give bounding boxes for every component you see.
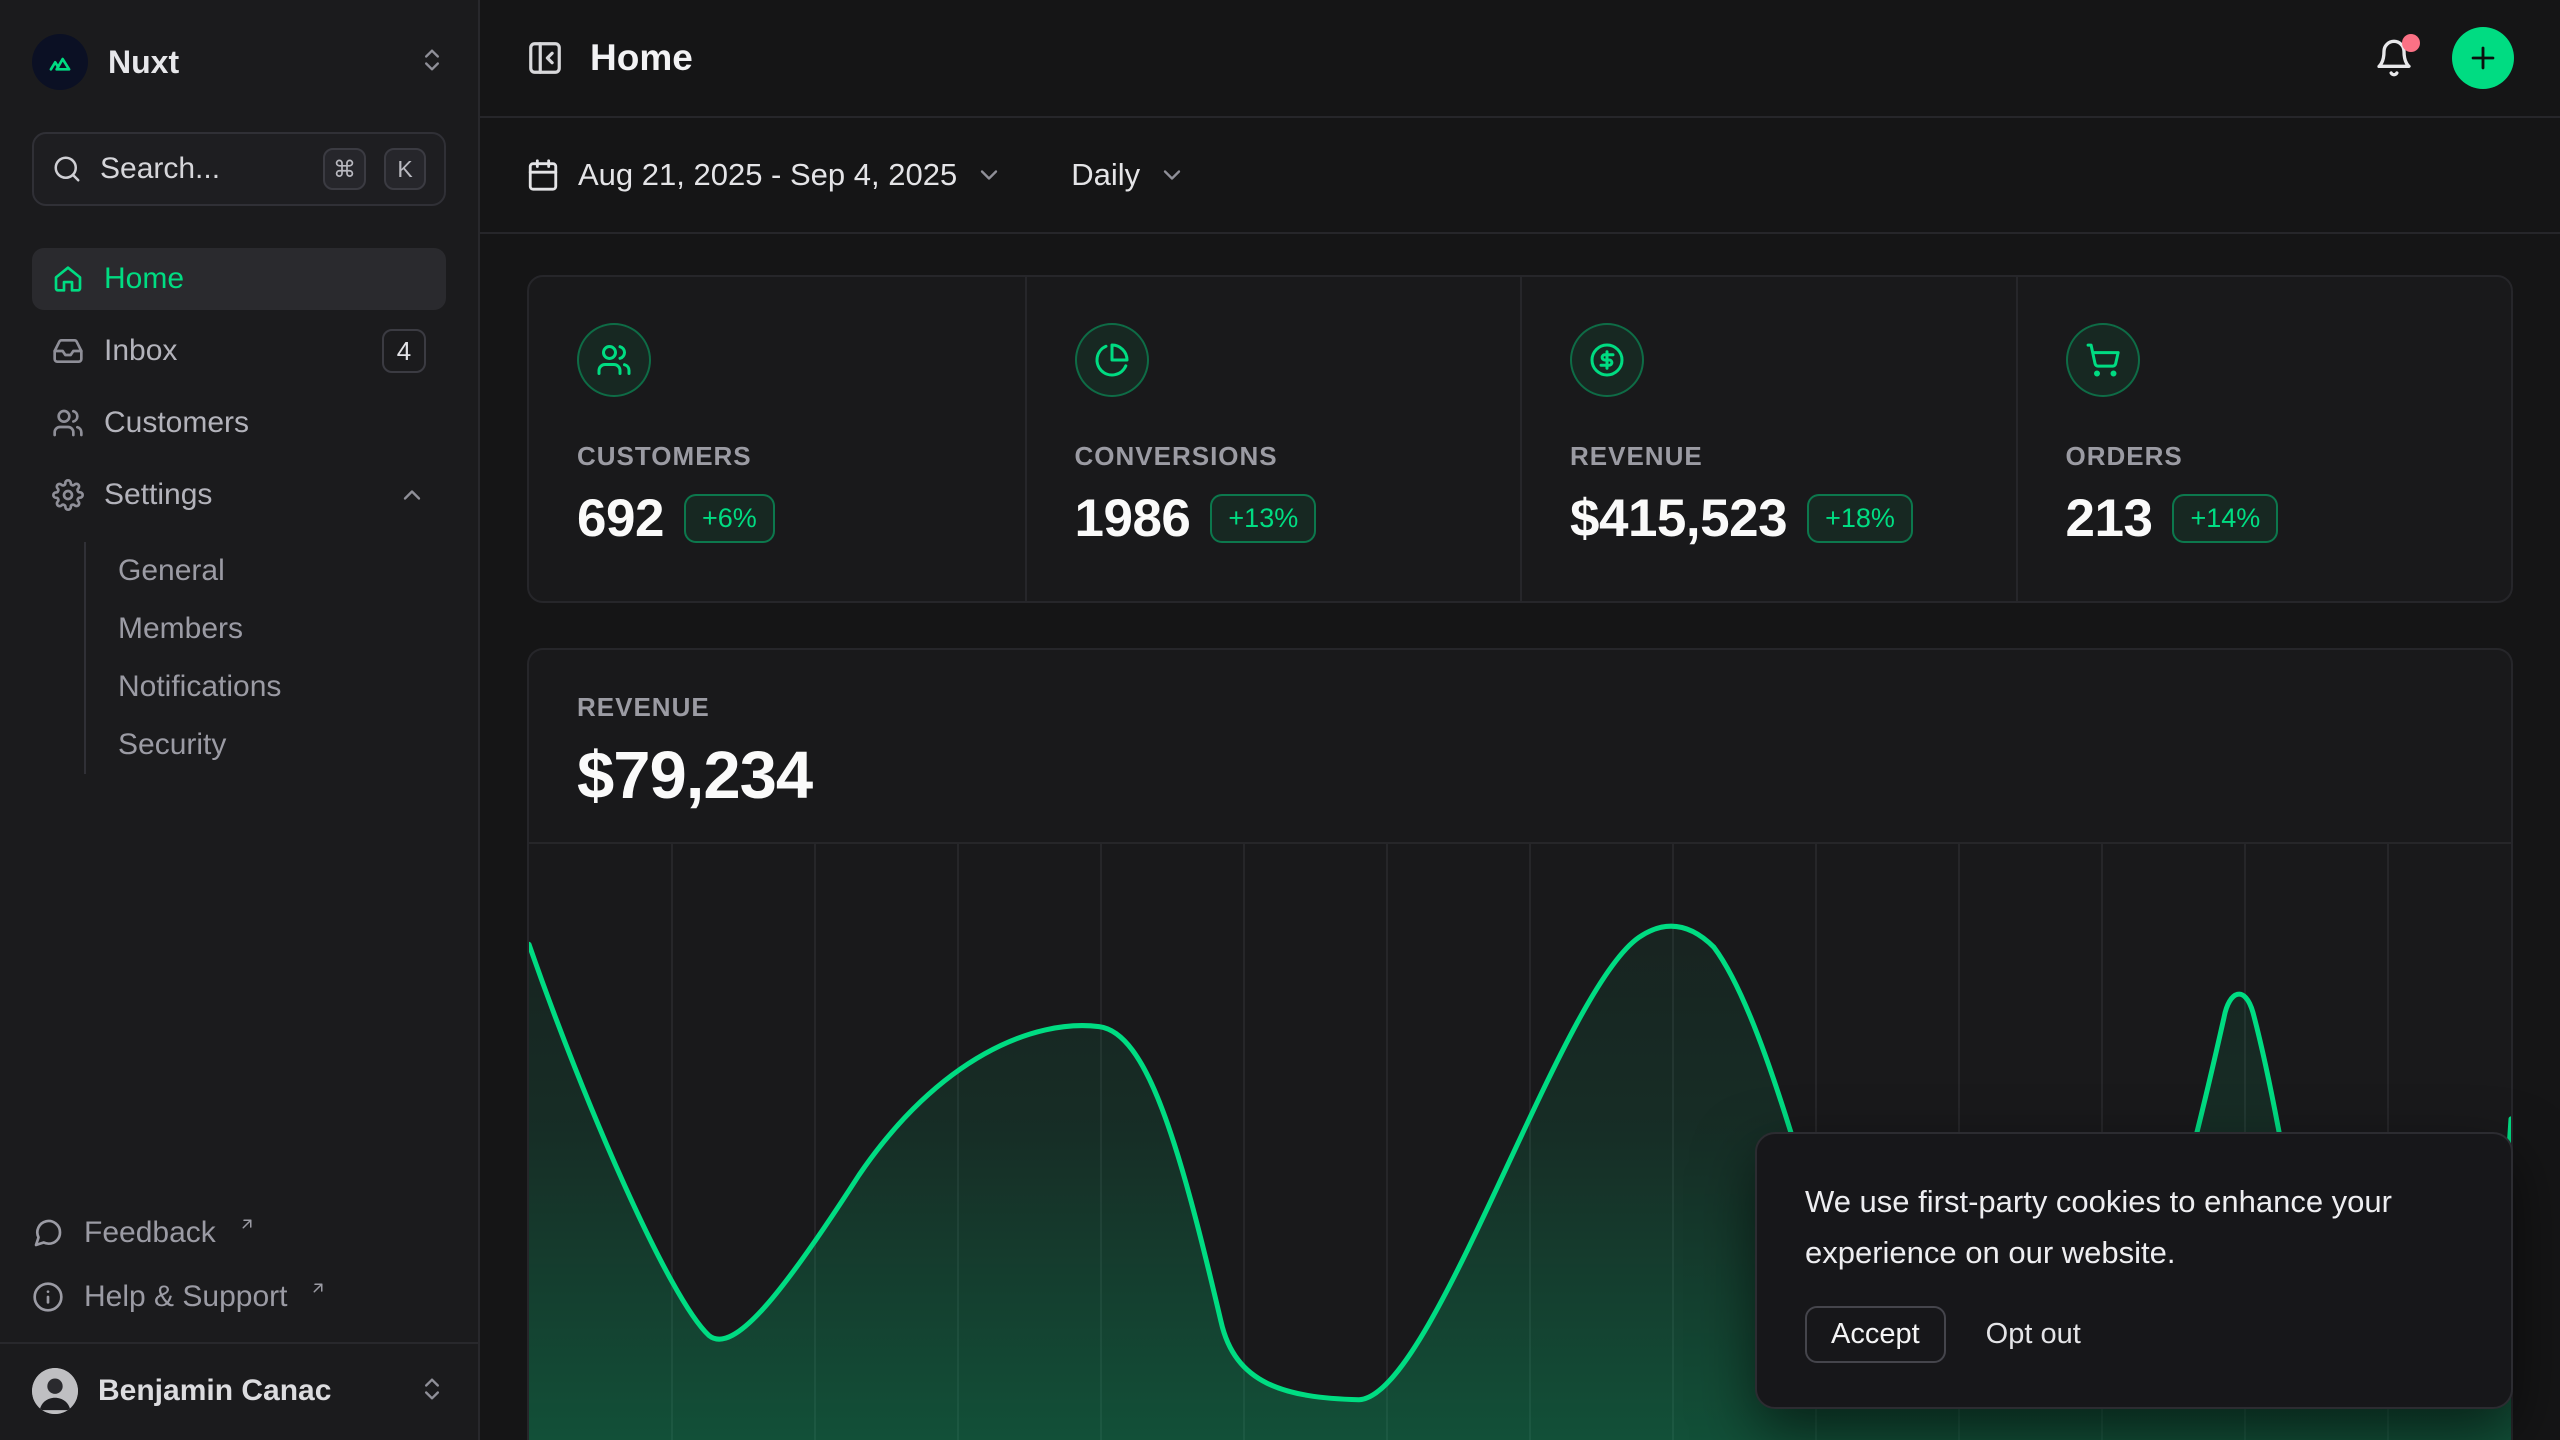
sidebar-item-label: Settings bbox=[104, 478, 212, 512]
chevron-down-icon bbox=[1158, 161, 1186, 189]
user-menu[interactable]: Benjamin Canac bbox=[32, 1360, 446, 1422]
add-button[interactable] bbox=[2452, 27, 2514, 89]
stat-label: REVENUE bbox=[1570, 441, 1968, 472]
dollar-circle-icon bbox=[1570, 323, 1644, 397]
dashboard-app: Nuxt Search... ⌘ K Home bbox=[0, 0, 2560, 1440]
pie-chart-icon bbox=[1075, 323, 1149, 397]
help-support-link[interactable]: Help & Support bbox=[32, 1268, 446, 1326]
opt-out-button[interactable]: Opt out bbox=[1986, 1318, 2081, 1351]
help-support-label: Help & Support bbox=[84, 1280, 287, 1314]
kbd-cmd: ⌘ bbox=[323, 148, 366, 190]
external-link-icon bbox=[309, 1271, 327, 1305]
date-range-value: Aug 21, 2025 - Sep 4, 2025 bbox=[578, 157, 957, 193]
stat-label: ORDERS bbox=[2066, 441, 2464, 472]
house-icon bbox=[52, 263, 84, 295]
users-icon bbox=[577, 323, 651, 397]
sidebar-item-general[interactable]: General bbox=[118, 542, 446, 600]
nuxt-logo-icon bbox=[32, 34, 88, 90]
sidebar-item-notifications[interactable]: Notifications bbox=[118, 658, 446, 716]
sidebar-item-home[interactable]: Home bbox=[32, 248, 446, 310]
users-icon bbox=[52, 407, 84, 439]
chevrons-up-down-icon bbox=[418, 1375, 446, 1408]
info-circle-icon bbox=[32, 1281, 64, 1313]
stat-value: 213 bbox=[2066, 488, 2153, 549]
sidebar-item-label: Customers bbox=[104, 406, 249, 440]
stat-delta-badge: +6% bbox=[684, 494, 775, 543]
kbd-k: K bbox=[384, 148, 426, 190]
sidebar-item-customers[interactable]: Customers bbox=[32, 392, 446, 454]
page-title: Home bbox=[590, 37, 693, 79]
stat-delta-badge: +18% bbox=[1807, 494, 1913, 543]
user-name: Benjamin Canac bbox=[98, 1374, 398, 1408]
stat-value: $415,523 bbox=[1570, 488, 1787, 549]
chevrons-up-down-icon bbox=[418, 46, 446, 79]
main-area: Home Aug 21, 2025 - Sep 4, 2025 bbox=[480, 0, 2560, 1440]
accept-cookies-button[interactable]: Accept bbox=[1805, 1306, 1946, 1363]
sidebar-item-label: Inbox bbox=[104, 334, 177, 368]
chevron-down-icon bbox=[975, 161, 1003, 189]
inbox-icon bbox=[52, 335, 84, 367]
stat-value: 692 bbox=[577, 488, 664, 549]
topbar: Home bbox=[480, 0, 2560, 118]
sidebar-item-inbox[interactable]: Inbox 4 bbox=[32, 320, 446, 382]
avatar bbox=[32, 1368, 78, 1414]
settings-subnav: General Members Notifications Security bbox=[84, 542, 446, 774]
feedback-link[interactable]: Feedback bbox=[32, 1204, 446, 1262]
cookie-message: We use first-party cookies to enhance yo… bbox=[1805, 1176, 2463, 1278]
stat-delta-badge: +13% bbox=[1210, 494, 1316, 543]
unread-notification-dot bbox=[2402, 34, 2420, 52]
search-placeholder: Search... bbox=[100, 152, 305, 186]
sidebar-item-settings[interactable]: Settings bbox=[32, 464, 446, 526]
stats-row: CUSTOMERS 692 +6% CONVERSIONS 1986 +13% bbox=[527, 275, 2513, 603]
revenue-chart-label: REVENUE bbox=[577, 692, 2463, 723]
search-input[interactable]: Search... ⌘ K bbox=[32, 132, 446, 206]
external-link-icon bbox=[238, 1207, 256, 1241]
sidebar-item-security[interactable]: Security bbox=[118, 716, 446, 774]
granularity-value: Daily bbox=[1071, 157, 1140, 193]
stat-delta-badge: +14% bbox=[2172, 494, 2278, 543]
feedback-label: Feedback bbox=[84, 1216, 216, 1250]
message-circle-icon bbox=[32, 1217, 64, 1249]
notifications-button[interactable] bbox=[2374, 38, 2414, 78]
stat-label: CUSTOMERS bbox=[577, 441, 977, 472]
sidebar-item-members[interactable]: Members bbox=[118, 600, 446, 658]
stat-conversions[interactable]: CONVERSIONS 1986 +13% bbox=[1025, 277, 1521, 601]
workspace-name: Nuxt bbox=[108, 44, 398, 81]
search-icon bbox=[52, 154, 82, 184]
sidebar-nav: Home Inbox 4 Customers Setting bbox=[32, 248, 446, 774]
stat-label: CONVERSIONS bbox=[1075, 441, 1473, 472]
user-section: Benjamin Canac bbox=[0, 1342, 478, 1440]
gear-icon bbox=[52, 479, 84, 511]
workspace-switcher[interactable]: Nuxt bbox=[32, 30, 446, 94]
revenue-chart-value: $79,234 bbox=[577, 737, 2463, 814]
filter-bar: Aug 21, 2025 - Sep 4, 2025 Daily bbox=[480, 118, 2560, 234]
stat-value: 1986 bbox=[1075, 488, 1191, 549]
stat-customers[interactable]: CUSTOMERS 692 +6% bbox=[529, 277, 1025, 601]
sidebar-footer: Feedback Help & Support bbox=[32, 1204, 446, 1342]
collapse-sidebar-button[interactable] bbox=[526, 39, 564, 77]
chevron-up-icon bbox=[398, 481, 426, 509]
granularity-select[interactable]: Daily bbox=[1071, 157, 1186, 193]
cookie-banner: We use first-party cookies to enhance yo… bbox=[1755, 1132, 2513, 1409]
date-range-picker[interactable]: Aug 21, 2025 - Sep 4, 2025 bbox=[526, 157, 1003, 193]
sidebar: Nuxt Search... ⌘ K Home bbox=[0, 0, 480, 1440]
stat-revenue[interactable]: REVENUE $415,523 +18% bbox=[1520, 277, 2016, 601]
sidebar-item-label: Home bbox=[104, 262, 184, 296]
shopping-cart-icon bbox=[2066, 323, 2140, 397]
stat-orders[interactable]: ORDERS 213 +14% bbox=[2016, 277, 2512, 601]
inbox-count-badge: 4 bbox=[382, 329, 426, 373]
calendar-icon bbox=[526, 158, 560, 192]
